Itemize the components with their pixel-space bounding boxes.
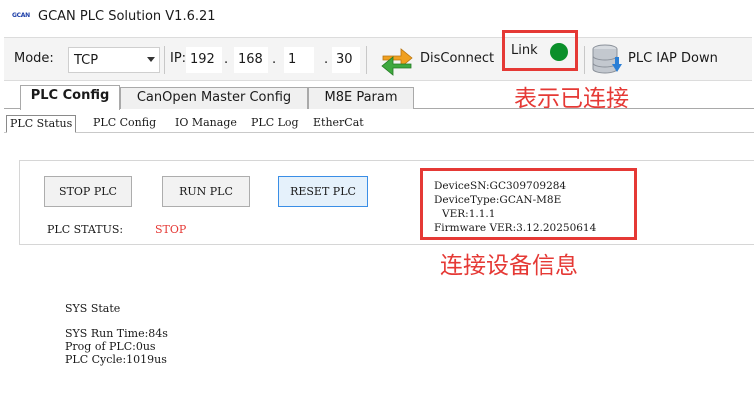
- separator: [366, 46, 367, 74]
- plc-iap-down-button[interactable]: PLC IAP Down: [588, 42, 748, 78]
- separator: [164, 46, 165, 74]
- ip-dot: .: [224, 52, 229, 67]
- ip-dot: .: [324, 52, 329, 67]
- refresh-arrows-icon: [381, 48, 413, 76]
- annotation-device-info: 连接设备信息: [440, 253, 578, 279]
- mode-select[interactable]: TCP: [68, 47, 160, 73]
- firmware-ver: Firmware VER:3.12.20250614: [434, 222, 597, 234]
- run-plc-button[interactable]: RUN PLC: [162, 176, 250, 207]
- title-bar: GCAN GCAN PLC Solution V1.6.21: [0, 0, 754, 34]
- database-download-icon: [592, 44, 622, 74]
- sys-state-title: SYS State: [65, 302, 121, 315]
- plc-cycle: PLC Cycle:1019us: [65, 353, 167, 366]
- tab-canopen-master-config[interactable]: CanOpen Master Config: [120, 87, 308, 109]
- disconnect-label: DisConnect: [420, 51, 495, 66]
- mode-label: Mode:: [14, 51, 54, 66]
- ip-octet-1[interactable]: 192: [186, 47, 222, 73]
- window-title: GCAN PLC Solution V1.6.21: [38, 9, 216, 24]
- ip-label: IP:: [170, 51, 187, 66]
- separator: [584, 46, 585, 74]
- device-ver: VER:1.1.1: [442, 208, 496, 220]
- connection-toolbar: Mode: TCP IP: 192 . 168 . 1 . 30 DisConn…: [4, 37, 752, 81]
- subtab-io-manage[interactable]: IO Manage: [172, 115, 240, 133]
- link-status-led-icon: [550, 43, 568, 61]
- sys-run-time: SYS Run Time:84s: [65, 327, 168, 340]
- disconnect-button[interactable]: DisConnect: [376, 42, 506, 78]
- mode-value: TCP: [74, 53, 99, 68]
- plc-status-label: PLC STATUS:: [47, 223, 124, 236]
- app-logo-icon: GCAN: [12, 12, 30, 19]
- ip-octet-2[interactable]: 168: [234, 47, 268, 73]
- tab-m8e-param[interactable]: M8E Param: [308, 87, 414, 109]
- device-type: DeviceType:GCAN-M8E: [434, 194, 562, 206]
- subtab-plc-config[interactable]: PLC Config: [90, 115, 159, 133]
- subtab-plc-status[interactable]: PLC Status: [6, 115, 77, 133]
- plc-status-value: STOP: [155, 223, 187, 236]
- main-tabs: PLC Config CanOpen Master Config M8E Par…: [4, 85, 754, 110]
- chevron-down-icon: [147, 57, 155, 62]
- subtab-ethercat[interactable]: EtherCat: [310, 115, 367, 133]
- prog-of-plc: Prog of PLC:0us: [65, 340, 156, 353]
- link-status-indicator: Link: [502, 30, 578, 71]
- ip-dot: .: [272, 52, 277, 67]
- reset-plc-button[interactable]: RESET PLC: [278, 176, 368, 207]
- link-label: Link: [511, 43, 538, 58]
- device-sn: DeviceSN:GC309709284: [434, 180, 567, 192]
- tab-plc-config[interactable]: PLC Config: [20, 85, 120, 110]
- plc-iap-down-label: PLC IAP Down: [628, 51, 718, 66]
- ip-octet-3[interactable]: 1: [284, 47, 314, 73]
- stop-plc-button[interactable]: STOP PLC: [44, 176, 132, 207]
- subtab-plc-log[interactable]: PLC Log: [248, 115, 302, 133]
- sub-tabs: PLC Status PLC Config IO Manage PLC Log …: [4, 113, 754, 133]
- ip-octet-4[interactable]: 30: [332, 47, 360, 73]
- device-info-box: DeviceSN:GC309709284 DeviceType:GCAN-M8E…: [420, 168, 637, 240]
